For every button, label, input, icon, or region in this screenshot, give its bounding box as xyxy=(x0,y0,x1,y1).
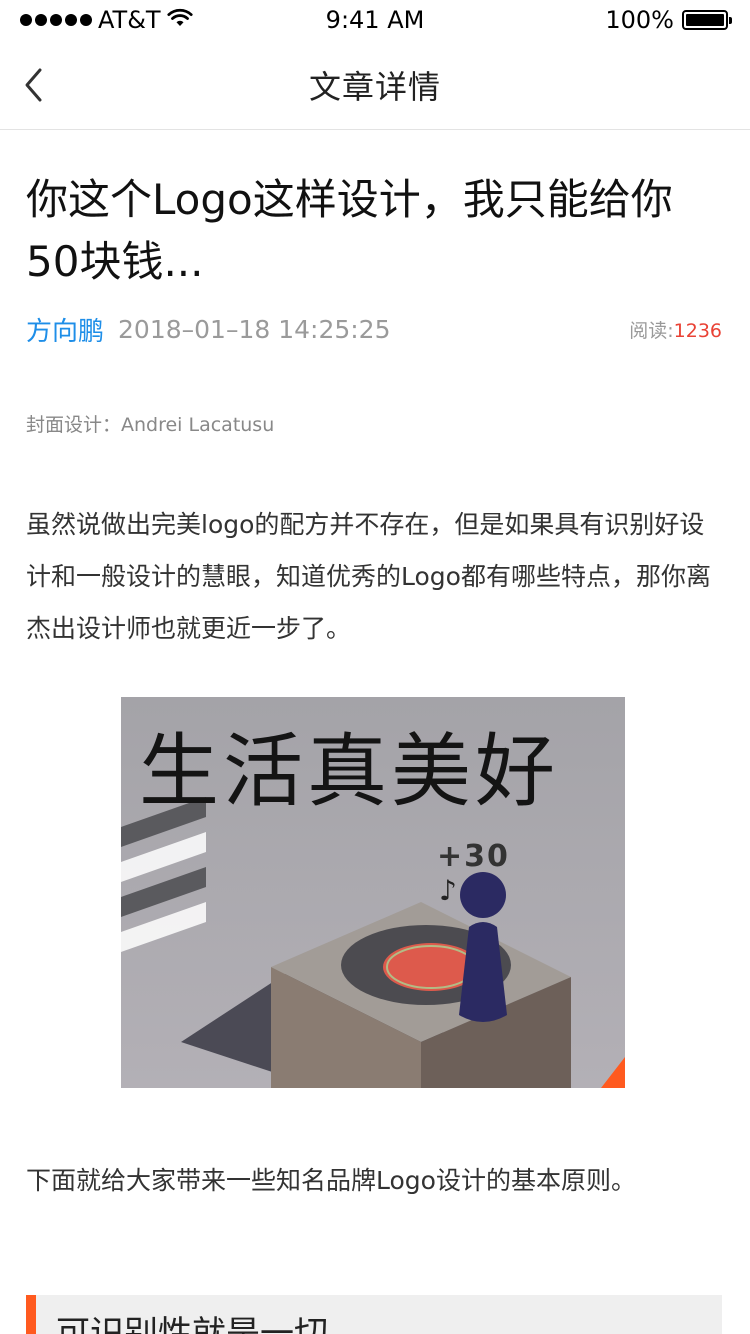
status-left: AT&T xyxy=(20,6,193,34)
page-title: 文章详情 xyxy=(308,67,441,106)
author-link[interactable]: 方向鹏 xyxy=(26,311,104,348)
chevron-left-icon xyxy=(25,68,42,102)
article-meta: 方向鹏 2018–01–18 14:25:25 阅读:1236 xyxy=(26,309,722,349)
read-count: 阅读:1236 xyxy=(629,316,722,343)
carrier-label: AT&T xyxy=(98,6,161,34)
publish-date: 2018–01–18 14:25:25 xyxy=(118,314,391,344)
article-paragraph: 虽然说做出完美logo的配方并不存在，但是如果具有识别好设计和一般设计的慧眼，知… xyxy=(26,510,711,643)
battery-percent: 100% xyxy=(605,6,674,34)
article-title: 你这个Logo这样设计，我只能给你50块钱... xyxy=(26,175,673,286)
signal-dots-icon xyxy=(20,14,92,26)
read-count-value: 1236 xyxy=(673,319,722,342)
svg-text:♪: ♪ xyxy=(439,874,457,907)
section-heading: 可识别性就是一切 xyxy=(26,1295,722,1334)
status-right: 100% xyxy=(605,6,732,34)
read-count-label: 阅读: xyxy=(629,319,674,342)
image-score: +30 xyxy=(437,839,510,874)
back-button[interactable] xyxy=(14,60,54,110)
wifi-icon xyxy=(166,6,193,34)
image-caption: 生活真美好 xyxy=(139,725,559,818)
battery-icon xyxy=(682,10,732,30)
article-paragraph: 下面就给大家带来一些知名品牌Logo设计的基本原则。 xyxy=(26,1166,636,1195)
status-bar: AT&T 9:41 AM 100% xyxy=(0,0,750,40)
article-image[interactable]: ♪ 生活真美好 +30 xyxy=(121,697,625,1088)
cover-credit: 封面设计：Andrei Lacatusu xyxy=(26,414,275,436)
nav-bar: 文章详情 xyxy=(0,40,750,130)
